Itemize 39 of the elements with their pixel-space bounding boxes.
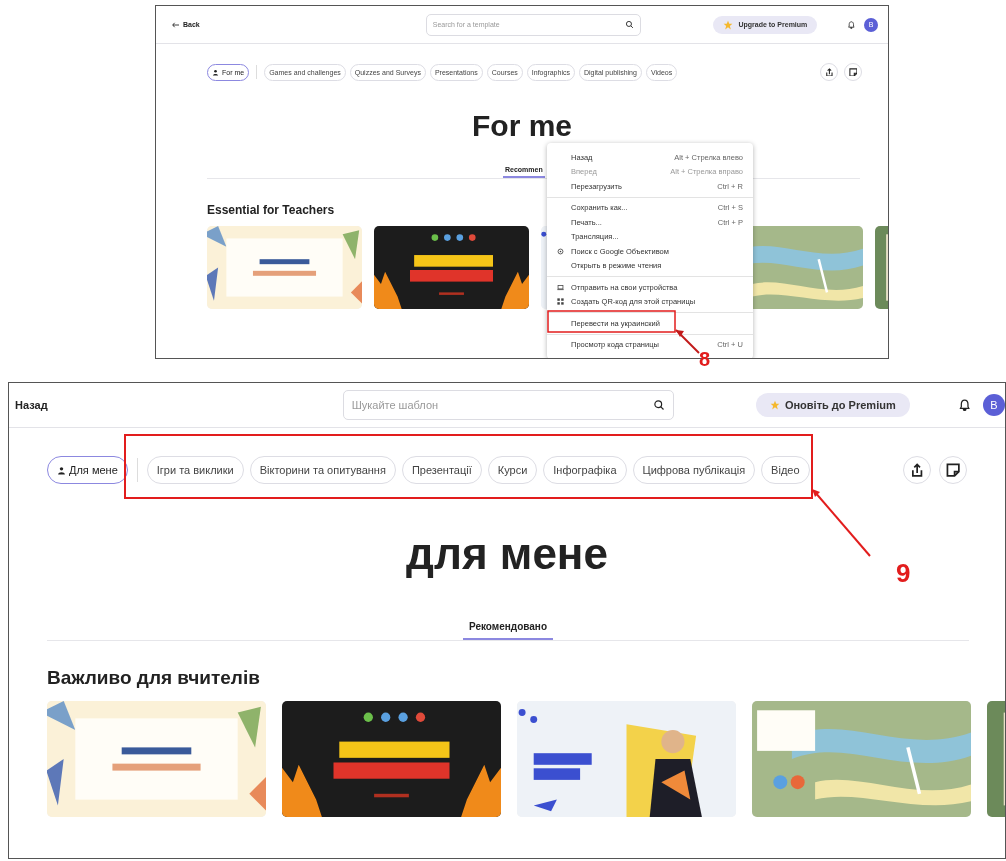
star-icon — [723, 19, 734, 30]
back-link[interactable]: Назад — [15, 399, 48, 411]
bell-icon[interactable] — [847, 19, 856, 30]
section-title: Важливо для вчителів — [47, 667, 260, 689]
category-chip[interactable]: Ігри та виклики — [146, 456, 244, 484]
laptop-icon — [557, 283, 564, 291]
category-chip[interactable]: Презентації — [401, 456, 482, 484]
person-icon — [212, 68, 219, 76]
section-title: Essential for Teachers — [207, 203, 335, 217]
search-icon[interactable] — [625, 20, 635, 29]
note-icon — [848, 67, 858, 77]
note-icon — [945, 462, 961, 478]
annotation-arrow — [812, 489, 871, 557]
upgrade-button[interactable]: Оновіть до Premium — [755, 393, 910, 417]
page-heading: For me — [472, 109, 572, 143]
note-button[interactable] — [844, 63, 862, 81]
tab[interactable]: Рекомендовано — [463, 617, 553, 640]
back-arrow-icon — [172, 21, 179, 28]
category-chip[interactable]: Курси — [487, 456, 538, 484]
share-icon — [909, 462, 925, 478]
search-icon[interactable] — [652, 399, 665, 411]
note-button[interactable] — [939, 456, 967, 484]
share-icon — [824, 67, 834, 77]
category-chip[interactable]: Для мене — [47, 456, 128, 484]
share-button[interactable] — [820, 63, 838, 81]
annotation-arrow — [675, 329, 700, 354]
bell-icon[interactable] — [957, 398, 971, 412]
annotation-label: 9 — [896, 558, 911, 589]
category-chip[interactable]: Цифрова публікація — [632, 456, 756, 484]
person-icon — [57, 465, 66, 475]
camera-lens-icon — [557, 247, 564, 255]
qr-code-icon — [557, 298, 564, 306]
category-chip[interactable]: Відео — [761, 456, 810, 484]
star-icon — [769, 400, 780, 410]
category-chip[interactable]: Вікторини та опитування — [249, 456, 396, 484]
page-heading: для мене — [406, 529, 608, 579]
avatar[interactable]: B — [983, 394, 1005, 416]
share-button[interactable] — [903, 456, 931, 484]
category-chip[interactable]: Інфографіка — [543, 456, 627, 484]
